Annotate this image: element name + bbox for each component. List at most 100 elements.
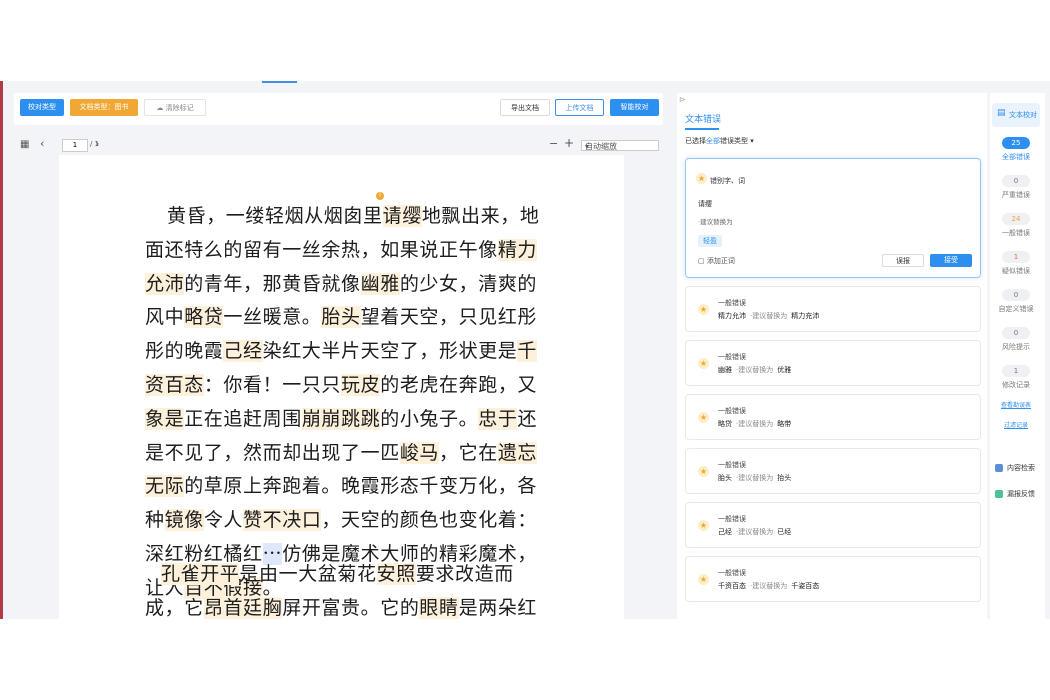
error-count-badge[interactable]: 0 — [1002, 175, 1030, 187]
error-highlight[interactable]: 胎头 — [321, 306, 361, 329]
error-highlight[interactable]: 崩崩跳跳 — [301, 407, 381, 430]
suggested-word: 略带 — [777, 420, 792, 428]
grid-icon[interactable]: ▦ — [20, 139, 29, 150]
error-card[interactable]: ★ 一般错误 略贷 ·建议替换为 略带 — [685, 394, 981, 440]
star-icon: ★ — [698, 412, 709, 423]
error-level: 一般错误 — [718, 461, 746, 469]
error-level: 一般错误 — [718, 515, 746, 523]
text-segment: 黄昏，一缕轻烟从烟囱里 — [167, 205, 383, 227]
error-count-badge[interactable]: 24 — [1002, 213, 1030, 225]
page-input[interactable]: 1 — [62, 139, 88, 152]
suggestion-tag[interactable]: 轻盈 — [698, 235, 722, 247]
error-highlight[interactable]: 镜像 — [164, 509, 204, 532]
file-icon: ▤ — [997, 108, 1006, 118]
document-paragraph: 孔雀开平是由一大盆菊花安照要求改造而成，它昂首廷胸屏开富贵。它的眼睛是两朵红 — [145, 558, 545, 619]
zoom-select[interactable]: 自动缩放 ▾ — [581, 140, 659, 151]
error-count-label[interactable]: 疑似错误 — [990, 266, 1042, 276]
error-highlight[interactable]: 孔雀开平 — [161, 563, 240, 585]
feedback-label: 漏报反馈 — [1007, 490, 1035, 498]
doc-type-button[interactable]: 文档类型：图书 — [70, 99, 138, 116]
filter-all: 全部 — [706, 137, 720, 145]
accept-button[interactable]: 接受 — [930, 254, 972, 267]
error-card[interactable]: ★ 一般错误千资百态 ·建议替换为 千姿百态 — [685, 556, 981, 602]
toolbar: 校对类型 文档类型：图书 ☁ 清除标记 导出文档 上传文档 智能校对 — [14, 93, 663, 125]
add-word-button[interactable]: ▢ 添加正词 — [698, 256, 735, 266]
error-count-badge[interactable]: 1 — [1002, 365, 1030, 377]
text-segment: 令人 — [203, 509, 244, 532]
error-count-badge[interactable]: 0 — [1002, 327, 1030, 339]
panel-title: 文本错误 — [685, 115, 722, 125]
window-edge — [0, 81, 3, 619]
error-word: 己经 — [718, 528, 732, 536]
next-page-button[interactable]: › — [95, 137, 99, 150]
error-marker-icon[interactable]: ! — [376, 192, 384, 200]
error-type-filter[interactable]: 已选择全部错误类型 ▾ — [685, 136, 754, 146]
error-count-badge[interactable]: 0 — [1002, 289, 1030, 301]
error-highlight[interactable]: 己经 — [223, 340, 263, 363]
suggest-label: ·建议替换为 — [736, 366, 774, 374]
text-segment: 屏开富贵。它的 — [282, 596, 420, 619]
error-level: 一般错误 — [718, 353, 746, 361]
error-highlight[interactable]: 忠于 — [478, 407, 518, 430]
filter-records-link[interactable]: 过滤记录 — [990, 420, 1042, 429]
suggested-word: 千姿百态 — [791, 582, 820, 590]
collapse-icon[interactable]: ⊳ — [679, 95, 686, 104]
error-count-label[interactable]: 一般错误 — [990, 228, 1042, 238]
error-highlight[interactable]: 玩皮 — [341, 373, 381, 396]
error-correction: 千资百态 ·建议替换为 千姿百态 — [718, 581, 819, 591]
text-segment: 一丝暖意。 — [223, 306, 322, 329]
clear-marks-label: 清除标记 — [165, 104, 194, 112]
error-card[interactable]: ★ 一般错误 幽雅 ·建议替换为 优雅 — [685, 340, 981, 386]
suggested-word: 已经 — [777, 528, 792, 536]
text-segment: ，它在 — [439, 441, 498, 464]
error-count-label[interactable]: 全部错误 — [990, 152, 1042, 162]
text-segment: 正在追赶周围 — [184, 407, 302, 430]
error-highlight[interactable]: 眼睛 — [419, 596, 459, 619]
suggest-label: ·建议替换为 — [750, 312, 788, 320]
error-highlight[interactable]: 幽雅 — [360, 272, 400, 295]
prev-page-button[interactable]: ‹ — [40, 137, 44, 150]
filter-suffix: 错误类型 ▾ — [720, 137, 754, 145]
suggest-label: ·建议替换为 — [750, 582, 788, 590]
error-count-label[interactable]: 风险提示 — [990, 342, 1042, 352]
error-count-label[interactable]: 自定义错误 — [990, 304, 1042, 314]
error-highlight[interactable]: 安照 — [376, 563, 416, 585]
export-doc-button[interactable]: 导出文档 — [500, 99, 550, 116]
error-highlight[interactable]: 昂首廷胸 — [203, 596, 283, 619]
content-search-button[interactable]: 内容检索 — [995, 463, 1035, 473]
error-count-badge[interactable]: 1 — [1002, 251, 1030, 263]
error-highlight[interactable]: 象是 — [145, 407, 185, 430]
error-level: 一般错误 — [718, 569, 746, 577]
error-count-label[interactable]: 严重错误 — [990, 190, 1042, 200]
star-icon: ★ — [698, 304, 709, 315]
upload-doc-button[interactable]: 上传文档 — [555, 99, 604, 116]
error-card[interactable]: ★ 一般错误 胎头 ·建议替换为 抬头 — [685, 448, 981, 494]
text-proof-tab[interactable]: ▤ 文本校对 — [992, 103, 1040, 127]
smart-proof-button[interactable]: 智能校对 — [610, 99, 659, 116]
error-count-badge[interactable]: 25 — [1002, 137, 1030, 149]
error-card[interactable]: ★ 一般错误 己经 ·建议替换为 已经 — [685, 502, 981, 548]
error-highlight[interactable]: 略贷 — [184, 306, 224, 329]
error-type: 错别字、词 — [710, 177, 745, 185]
feedback-button[interactable]: 漏报反馈 — [995, 489, 1035, 499]
text-segment: 是由一大盆菊花 — [239, 563, 377, 585]
error-highlight[interactable]: 请缨 — [382, 205, 422, 227]
clear-marks-button[interactable]: ☁ 清除标记 — [144, 99, 206, 116]
star-icon: ★ — [698, 574, 709, 585]
feedback-icon — [995, 490, 1003, 498]
error-card[interactable]: ★ 一般错误 精力允沛 ·建议替换为 精力充沛 — [685, 286, 981, 332]
active-error-card[interactable]: ★ 错别字、词 请缨 ·建议替换为 轻盈 ▢ 添加正词 误报 接受 — [685, 158, 981, 278]
error-word: 请缨 — [698, 200, 712, 208]
zoom-in-button[interactable]: + — [564, 136, 574, 150]
star-icon: ★ — [698, 358, 709, 369]
text-proof-label: 文本校对 — [1009, 111, 1037, 119]
error-highlight[interactable]: 峻马 — [399, 441, 440, 464]
proof-type-button[interactable]: 校对类型 — [20, 99, 64, 116]
error-highlight[interactable]: 赞不决口 — [243, 509, 322, 532]
error-count-label[interactable]: 修改记录 — [990, 380, 1042, 390]
page-navigation: ▦ ‹ 1 / 1 › − + 自动缩放 ▾ — [14, 136, 663, 156]
misreport-button[interactable]: 误报 — [882, 254, 924, 267]
suggested-word: 抬头 — [777, 474, 792, 482]
view-errata-link[interactable]: 查看勘误表 — [990, 400, 1042, 409]
zoom-out-button[interactable]: − — [549, 137, 558, 150]
